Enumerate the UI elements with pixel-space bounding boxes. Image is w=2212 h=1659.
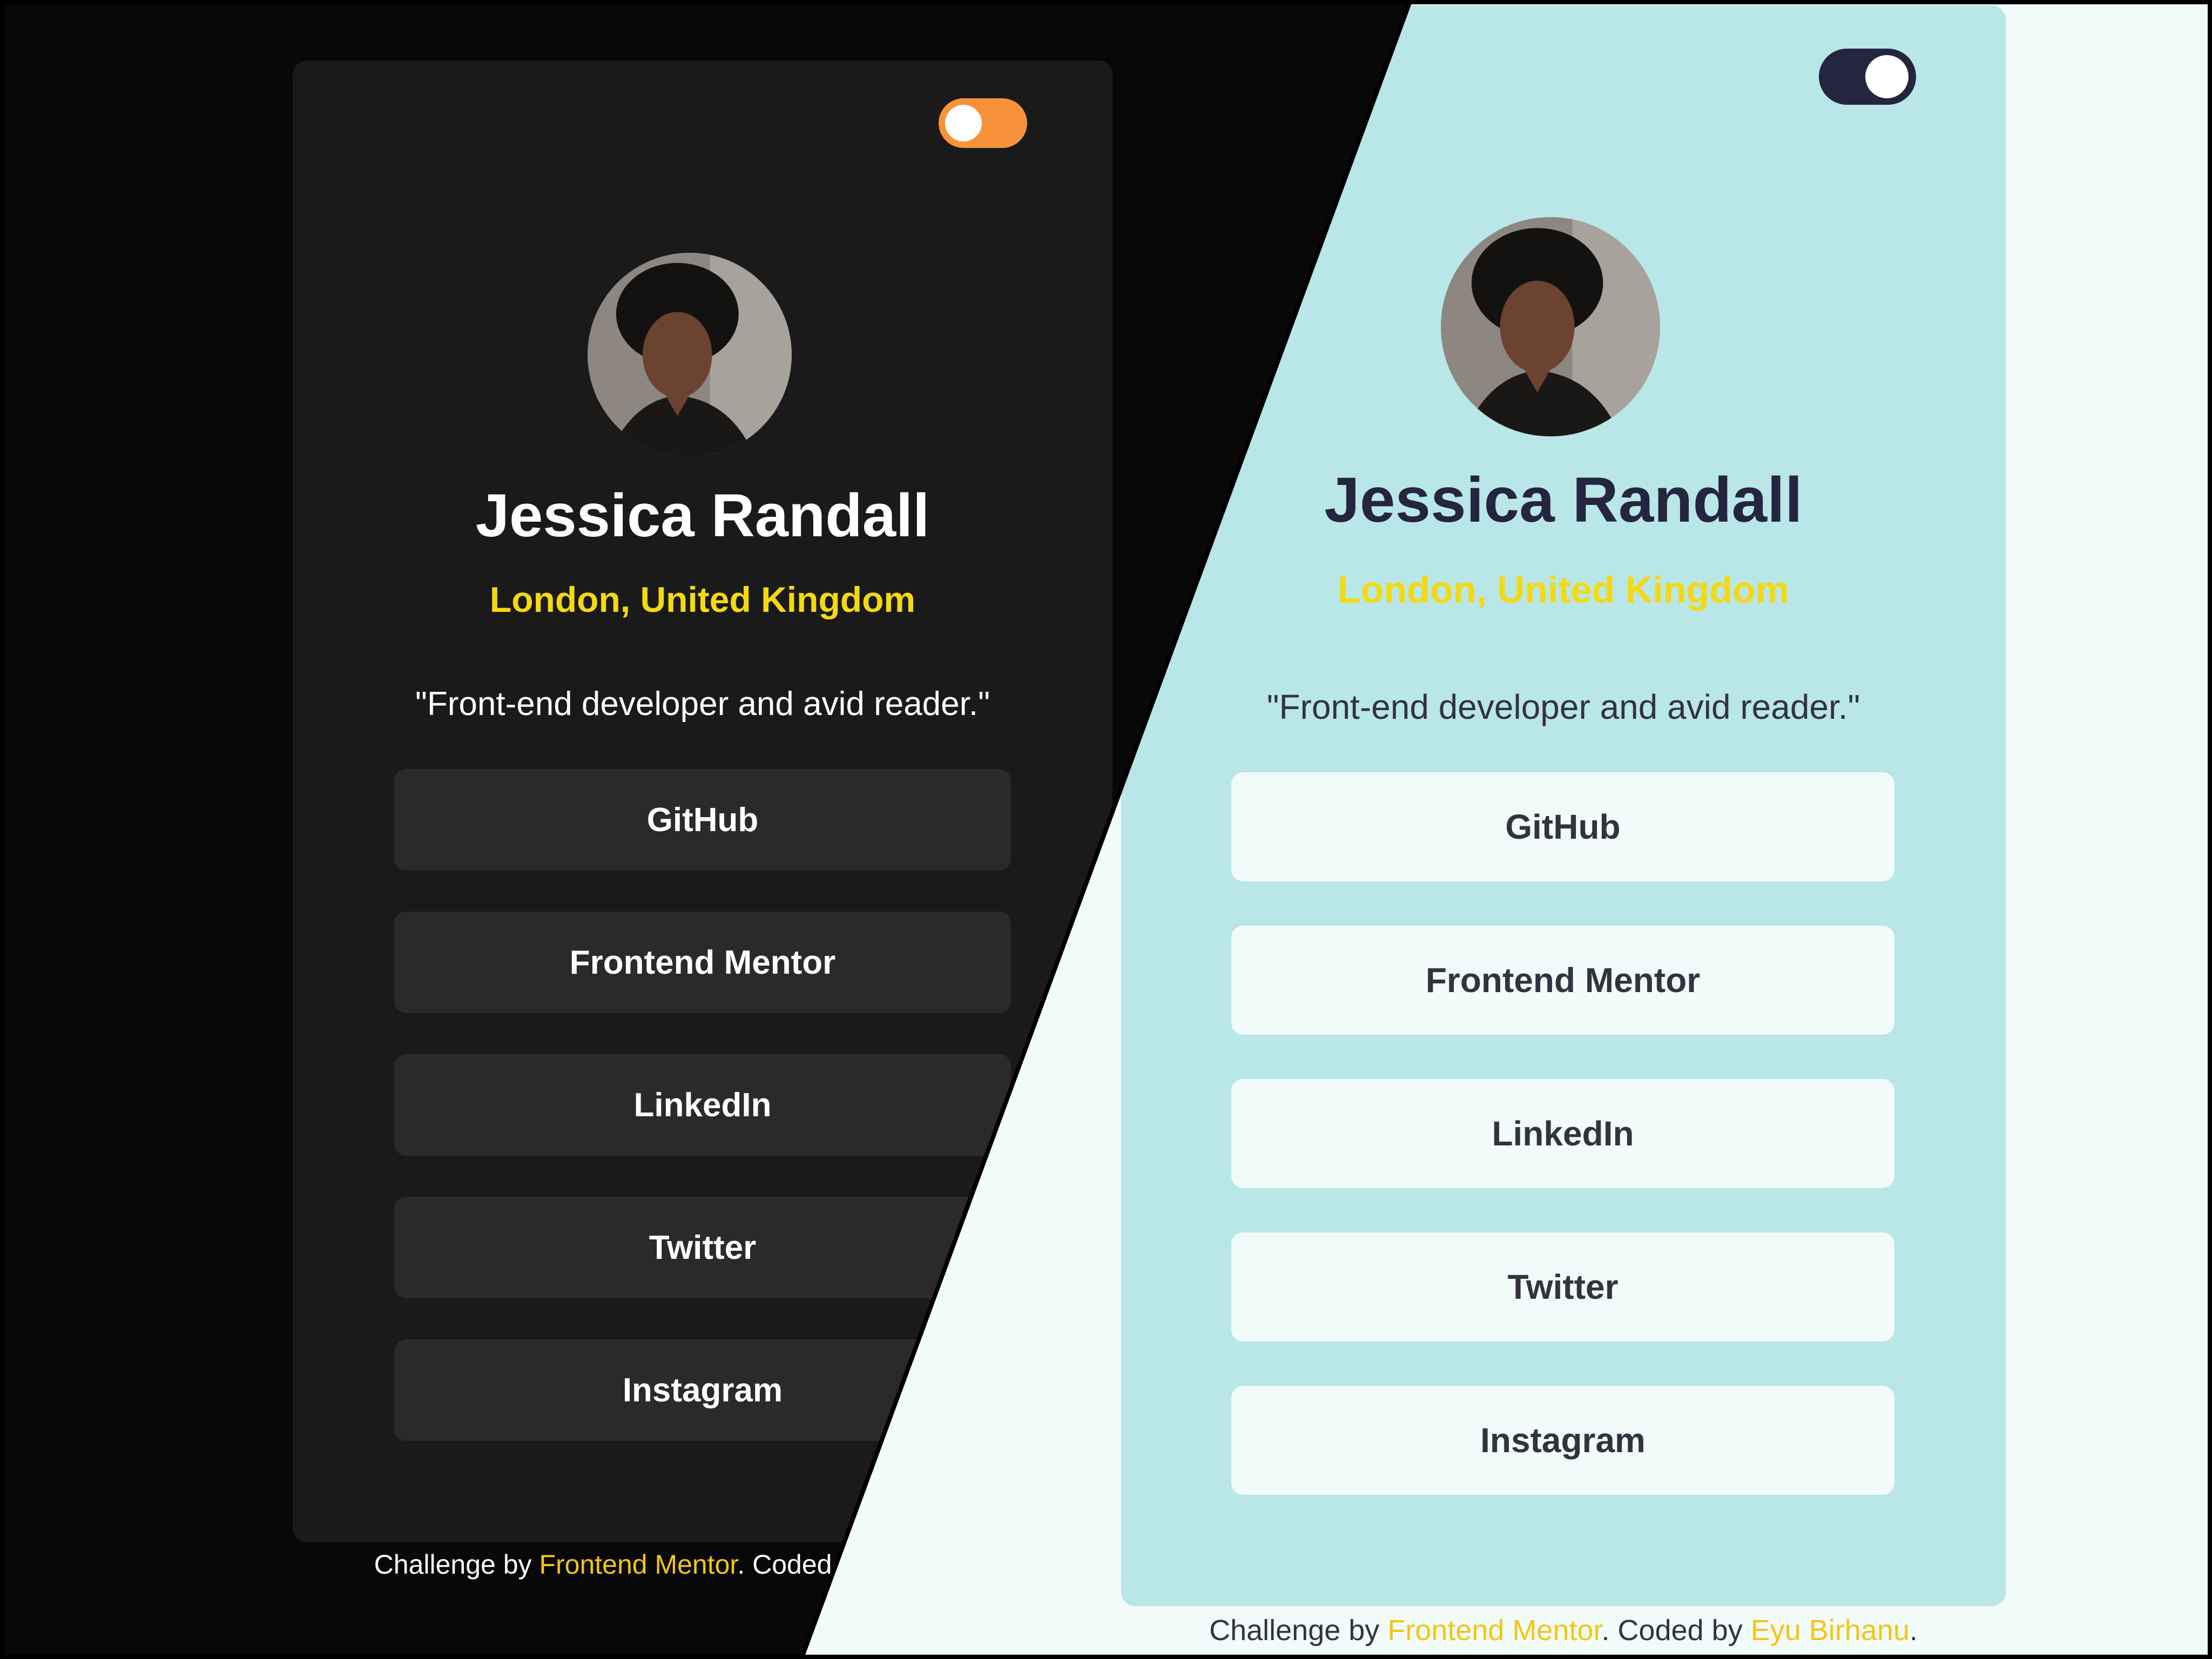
diagonal-divider — [0, 0, 2212, 1659]
